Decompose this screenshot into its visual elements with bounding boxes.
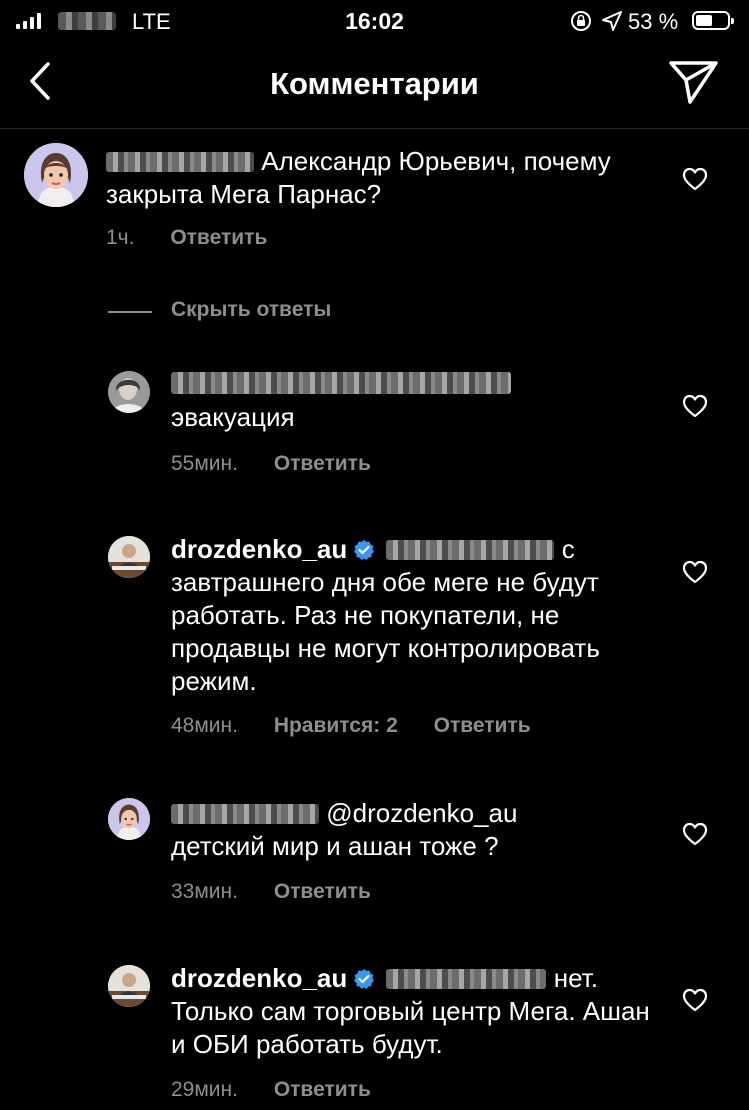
avatar[interactable]: [24, 143, 88, 207]
comment-meta: 33мин. Ответить: [171, 880, 371, 904]
hide-replies-button[interactable]: Скрыть ответы: [171, 298, 331, 322]
mention-blurred[interactable]: [386, 969, 547, 989]
verified-badge-icon: [354, 969, 375, 989]
paper-plane-icon[interactable]: [668, 58, 720, 106]
heart-icon[interactable]: [682, 988, 708, 1012]
comment-time: 48мин.: [171, 714, 238, 737]
memoji-avatar-icon: [24, 143, 88, 207]
avatar[interactable]: [108, 371, 150, 413]
comment-time: 55мин.: [171, 452, 238, 475]
header-divider: [0, 128, 749, 129]
mention-blurred[interactable]: [386, 540, 555, 560]
username-blurred[interactable]: [171, 372, 511, 394]
reply-button[interactable]: Ответить: [274, 880, 371, 903]
heart-icon[interactable]: [682, 822, 708, 846]
avatar[interactable]: [108, 798, 150, 840]
avatar[interactable]: [108, 965, 150, 1007]
comment-username[interactable]: drozdenko_au: [171, 963, 347, 993]
battery-icon: [692, 11, 734, 30]
status-bar: LTE 16:02 53 %: [0, 0, 749, 44]
heart-icon[interactable]: [682, 394, 708, 418]
username-blurred[interactable]: [106, 152, 254, 172]
comment-text: drozdenko_au нет. Только сам торговый це…: [171, 963, 650, 1059]
avatar[interactable]: [108, 536, 150, 578]
reply-button[interactable]: Ответить: [274, 452, 371, 475]
location-arrow-icon: [602, 11, 622, 31]
comment-username[interactable]: drozdenko_au: [171, 534, 347, 564]
page-title: Комментарии: [270, 66, 479, 101]
reply-button[interactable]: Ответить: [170, 226, 267, 249]
comment-meta: 1ч. Ответить: [106, 226, 267, 250]
comment-text: drozdenko_au с завтрашнего дня обе меге …: [171, 534, 600, 696]
comment-meta: 55мин. Ответить: [171, 452, 371, 476]
verified-badge-icon: [354, 540, 375, 560]
battery-percent: 53 %: [628, 9, 679, 34]
photo-avatar-icon: [108, 536, 150, 578]
reply-button[interactable]: Ответить: [274, 1078, 371, 1101]
username-blurred[interactable]: [171, 804, 319, 824]
comment-text: эвакуация: [171, 402, 295, 432]
likes-count-button[interactable]: Нравится: 2: [274, 714, 398, 737]
comment-meta: 29мин. Ответить: [171, 1078, 371, 1102]
username-blurred-row[interactable]: [171, 372, 511, 397]
comment-meta: 48мин. Нравится: 2 Ответить: [171, 714, 531, 738]
hide-replies-line: [108, 311, 152, 313]
comment-time: 29мин.: [171, 1078, 238, 1101]
mention-link[interactable]: @drozdenko_au: [326, 798, 517, 828]
photo-avatar-icon: [108, 371, 150, 413]
heart-icon[interactable]: [682, 560, 708, 584]
photo-avatar-icon: [108, 965, 150, 1007]
reply-button[interactable]: Ответить: [434, 714, 531, 737]
comment-text: @drozdenko_au детский мир и ашан тоже ?: [171, 798, 518, 861]
comment-time: 1ч.: [106, 226, 135, 249]
orientation-lock-icon: [571, 11, 591, 31]
comment-time: 33мин.: [171, 880, 238, 903]
comment-text: Александр Юрьевич, почему закрыта Мега П…: [106, 146, 611, 209]
memoji-avatar-icon: [108, 798, 150, 840]
heart-icon[interactable]: [682, 167, 708, 191]
